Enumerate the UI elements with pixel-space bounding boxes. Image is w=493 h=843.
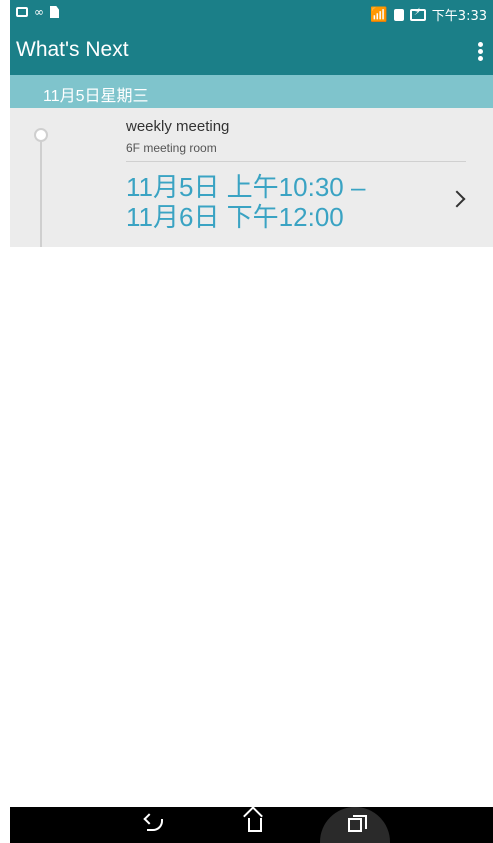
screen: ∞ 📶 下午3:33 What's Next 11月5日星期三 weekly m… — [10, 0, 493, 843]
event-title: weekly meeting — [126, 118, 230, 135]
wifi-icon: 📶 — [370, 6, 388, 23]
event-card[interactable]: weekly meeting 6F meeting room 11月5日 上午1… — [10, 108, 493, 247]
app-bar: What's Next — [10, 28, 493, 75]
infinity-icon: ∞ — [34, 5, 44, 19]
sim-icon — [393, 8, 404, 21]
battery-charging-icon — [409, 7, 426, 21]
status-time: 下午3:33 — [431, 9, 487, 24]
date-header-label: 11月5日星期三 — [43, 88, 149, 105]
event-divider — [126, 161, 466, 162]
timeline-line — [40, 132, 42, 247]
timeline-node-icon — [34, 128, 48, 142]
date-header: 11月5日星期三 — [10, 75, 493, 108]
home-icon — [248, 818, 262, 832]
navigation-bar — [10, 807, 493, 843]
overflow-menu-icon[interactable] — [477, 42, 483, 62]
home-button[interactable] — [220, 807, 290, 843]
event-location: 6F meeting room — [126, 141, 217, 155]
calendar-icon — [16, 7, 28, 17]
app-title: What's Next — [16, 38, 129, 61]
back-button[interactable] — [120, 807, 190, 843]
recent-apps-icon — [348, 815, 367, 832]
back-icon — [147, 819, 163, 831]
status-bar: ∞ 📶 下午3:33 — [10, 0, 493, 28]
event-time-range: 11月5日 上午10:30 – 11月6日 下午12:00 — [126, 172, 365, 232]
chevron-right-icon[interactable] — [448, 190, 466, 208]
event-time-end: 11月6日 下午12:00 — [126, 202, 344, 232]
event-time-start: 11月5日 上午10:30 – — [126, 172, 366, 202]
recent-apps-button[interactable] — [320, 807, 390, 843]
sd-card-icon — [50, 6, 59, 18]
